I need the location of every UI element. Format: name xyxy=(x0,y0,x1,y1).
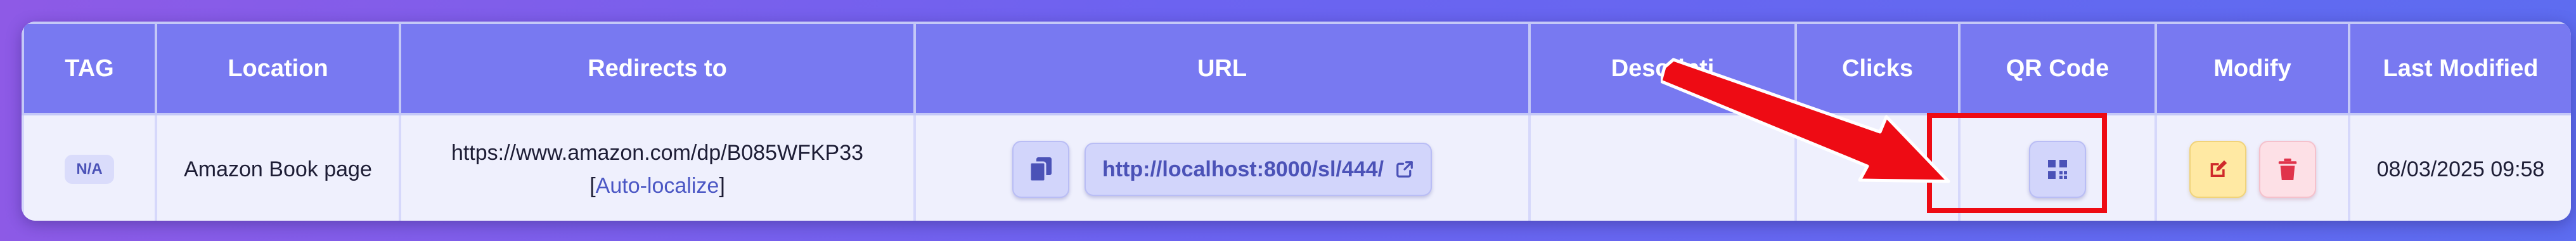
header-last-modified[interactable]: Last Modified xyxy=(2348,22,2571,115)
table-row: N/A Amazon Book page https://www.amazon.… xyxy=(22,113,2571,221)
modify-buttons xyxy=(2157,141,2348,198)
header-modify: Modify xyxy=(2154,22,2350,115)
trash-icon xyxy=(2278,159,2296,180)
links-table: TAG Location Redirects to URL Descripti … xyxy=(22,22,2571,221)
modify-cell xyxy=(2154,113,2350,221)
auto-localize-line: [Auto-localize] xyxy=(401,169,913,202)
location-cell: Amazon Book page xyxy=(155,113,401,221)
auto-localize-link[interactable]: Auto-localize xyxy=(596,174,719,198)
redirect-cell: https://www.amazon.com/dp/B085WFKP33 [Au… xyxy=(399,113,916,221)
annotation-arrow-icon xyxy=(1661,58,1950,183)
header-redirects-to[interactable]: Redirects to xyxy=(399,22,916,115)
header-qr-code: QR Code xyxy=(1958,22,2157,115)
redirect-url: https://www.amazon.com/dp/B085WFKP33 xyxy=(451,141,864,165)
bracket-open: [ xyxy=(589,174,596,198)
short-url-text: http://localhost:8000/sl/444/ xyxy=(1102,157,1384,181)
delete-button[interactable] xyxy=(2258,141,2316,198)
last-modified-cell: 08/03/2025 09:58 xyxy=(2348,113,2571,221)
tag-badge: N/A xyxy=(65,155,114,184)
tag-cell: N/A xyxy=(22,113,157,221)
header-location[interactable]: Location xyxy=(155,22,401,115)
edit-icon xyxy=(2210,160,2227,178)
table-header-row: TAG Location Redirects to URL Descripti … xyxy=(22,22,2571,115)
edit-button[interactable] xyxy=(2189,141,2246,198)
bracket-close: ] xyxy=(719,174,725,198)
annotation-highlight-box xyxy=(1927,113,2107,213)
copy-icon xyxy=(1029,157,1052,181)
header-tag[interactable]: TAG xyxy=(22,22,157,115)
short-url-link[interactable]: http://localhost:8000/sl/444/ xyxy=(1084,143,1433,196)
url-cell: http://localhost:8000/sl/444/ xyxy=(913,113,1531,221)
header-url[interactable]: URL xyxy=(913,22,1531,115)
external-link-icon xyxy=(1396,161,1413,178)
copy-url-button[interactable] xyxy=(1012,141,1069,198)
url-group: http://localhost:8000/sl/444/ xyxy=(916,141,1528,198)
links-table-card: TAG Location Redirects to URL Descripti … xyxy=(22,22,2571,221)
